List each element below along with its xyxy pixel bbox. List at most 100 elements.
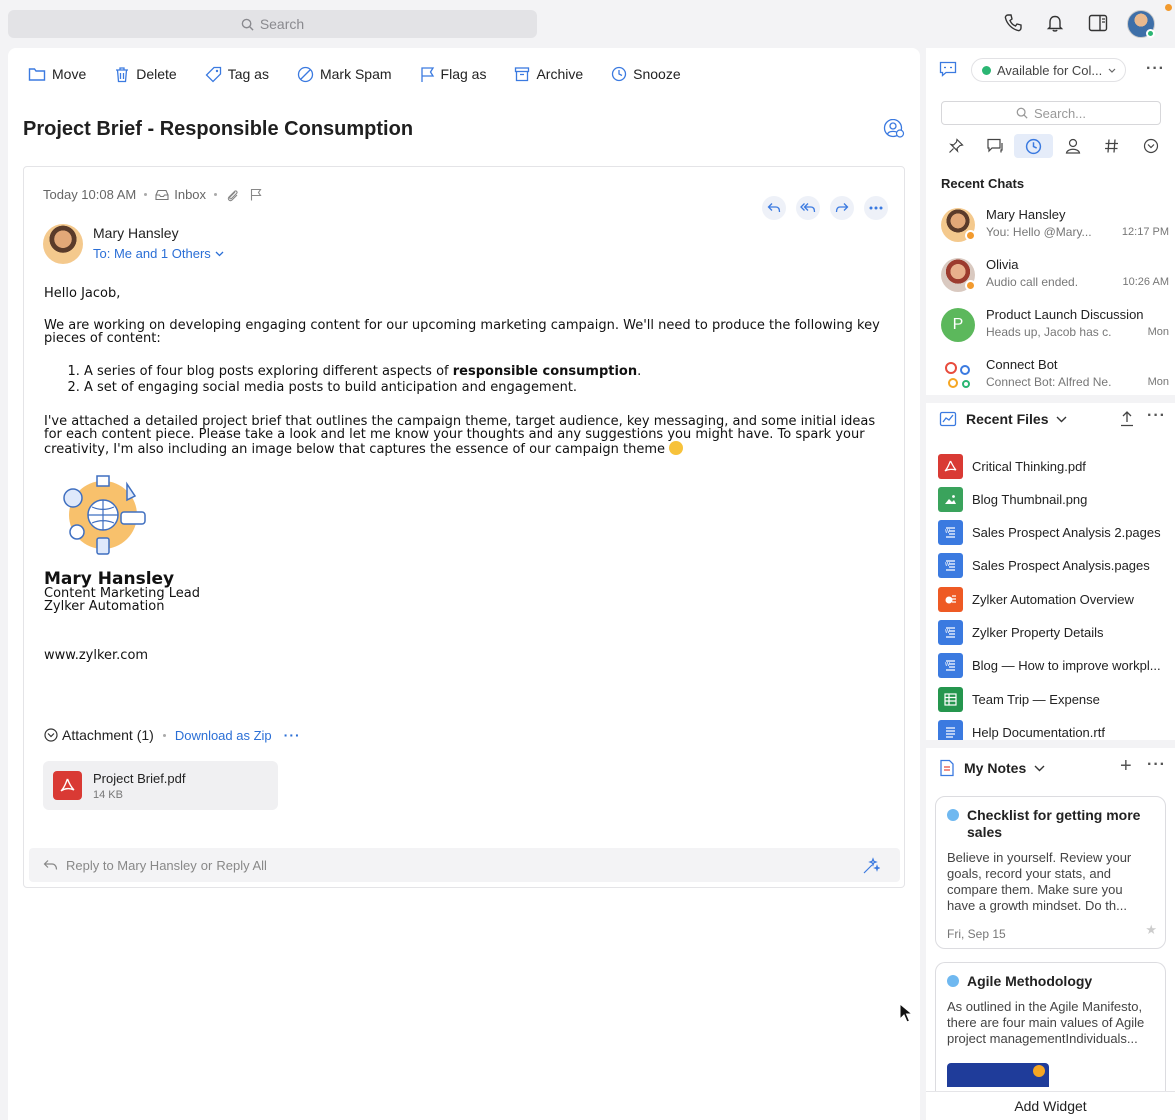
tag-icon xyxy=(205,66,221,82)
writer-file-icon: W xyxy=(938,653,963,679)
panel-toggle-icon[interactable] xyxy=(1088,14,1108,35)
my-notes-title[interactable]: My Notes xyxy=(964,760,1026,776)
signature-company: Zylker Automation xyxy=(44,599,165,614)
folder-label: Inbox xyxy=(174,187,207,202)
archive-button[interactable]: Archive xyxy=(514,66,583,82)
tag-as-button[interactable]: Tag as xyxy=(205,66,269,83)
file-list-item[interactable]: W Sales Prospect Analysis.pages xyxy=(938,553,1174,579)
reply-all-link[interactable]: Reply All xyxy=(216,858,267,873)
phone-icon[interactable] xyxy=(1003,13,1023,36)
flag-icon[interactable] xyxy=(250,188,262,201)
separator-dot xyxy=(162,733,166,737)
file-list-item[interactable]: W Blog — How to improve workpl... xyxy=(938,653,1174,679)
bold-text: responsible consumption xyxy=(452,364,638,379)
responsible-consumption-illustration xyxy=(63,475,146,555)
star-icon[interactable]: ★ xyxy=(1145,922,1157,938)
file-name: Blog — How to improve workpl... xyxy=(972,658,1161,674)
file-name: Sales Prospect Analysis 2.pages xyxy=(972,525,1161,541)
sender-name[interactable]: Mary Hansley xyxy=(93,225,179,241)
collapse-toggle-icon[interactable] xyxy=(44,728,58,742)
file-list-item[interactable]: Blog Thumbnail.png xyxy=(938,486,1174,512)
quick-reply-bar[interactable]: Reply to Mary Hansley or Reply All xyxy=(29,848,900,882)
mark-spam-button[interactable]: Mark Spam xyxy=(297,66,392,83)
email-meta: Today 10:08 AM Inbox xyxy=(43,187,262,202)
paragraph-1: We are working on developing engaging co… xyxy=(44,318,880,346)
signature-website[interactable]: www.zylker.com xyxy=(44,648,148,663)
paperclip-icon[interactable] xyxy=(225,188,239,202)
file-name: Team Trip — Expense xyxy=(972,691,1100,707)
email-toolbar: Move Delete Tag as Mark Spam Flag as Arc… xyxy=(28,64,709,84)
image-file-icon xyxy=(938,486,963,512)
flag-as-button[interactable]: Flag as xyxy=(420,66,487,83)
reply-button[interactable] xyxy=(762,196,786,220)
note-card[interactable]: Checklist for getting more sales Believe… xyxy=(935,796,1166,949)
recent-files-list: Critical Thinking.pdf Blog Thumbnail.png W… xyxy=(926,48,1175,740)
notes-icon xyxy=(940,759,954,777)
section-divider xyxy=(926,740,1175,748)
email-body: Hello Jacob, We are working on developin… xyxy=(44,287,894,475)
more-actions-button[interactable] xyxy=(864,196,888,220)
chevron-down-icon xyxy=(215,251,224,256)
doc-file-icon xyxy=(938,719,963,740)
attachments-header: Attachment (1) Download as Zip ··· xyxy=(44,727,301,743)
note-image-thumbnail xyxy=(947,1063,1049,1087)
forward-button[interactable] xyxy=(830,196,854,220)
add-widget-button[interactable]: Add Widget xyxy=(926,1091,1175,1120)
chevron-down-icon[interactable] xyxy=(1034,765,1045,772)
flag-as-label: Flag as xyxy=(440,66,487,82)
badge-icon xyxy=(1033,1065,1045,1077)
spam-icon xyxy=(297,66,314,82)
file-list-item[interactable]: W Zylker Property Details xyxy=(938,620,1174,645)
assign-user-icon[interactable] xyxy=(883,118,905,142)
reply-icon xyxy=(43,860,58,870)
separator-dot xyxy=(214,193,218,196)
mouse-cursor-icon xyxy=(899,1003,913,1023)
recipients-toggle[interactable]: To: Me and 1 Others xyxy=(93,246,224,261)
notification-dot xyxy=(1165,4,1172,11)
clock-icon xyxy=(611,66,627,82)
archive-icon xyxy=(515,67,530,82)
snooze-button[interactable]: Snooze xyxy=(611,66,681,82)
paragraph-2-text: I've attached a detailed project brief t… xyxy=(44,414,876,457)
global-search-input[interactable]: Search xyxy=(8,10,537,38)
move-button[interactable]: Move xyxy=(28,66,86,82)
file-list-item[interactable]: Help Documentation.rtf xyxy=(938,719,1174,740)
content-list: A series of four blog posts exploring di… xyxy=(64,364,894,396)
download-zip-link[interactable]: Download as Zip xyxy=(175,728,272,743)
paragraph-2: I've attached a detailed project brief t… xyxy=(44,415,894,456)
bell-icon[interactable] xyxy=(1045,13,1065,36)
attachment-size: 14 KB xyxy=(93,788,123,801)
reply-to-link[interactable]: Reply to Mary Hansley xyxy=(66,858,197,873)
flag-icon xyxy=(420,66,434,82)
archive-label: Archive xyxy=(536,66,584,82)
note-date: Fri, Sep 15 xyxy=(947,927,1006,941)
more-icon xyxy=(869,206,883,210)
signature-role-block: Content Marketing Lead Zylker Automation xyxy=(44,587,200,613)
file-list-item[interactable]: Critical Thinking.pdf xyxy=(938,453,1174,479)
search-placeholder: Search xyxy=(259,16,305,32)
add-note-icon[interactable]: + xyxy=(1120,755,1132,778)
list-text: A series of four blog posts exploring di… xyxy=(84,364,453,379)
reply-all-button[interactable] xyxy=(796,196,820,220)
note-title-row: Checklist for getting more sales xyxy=(947,807,1154,841)
right-sidebar: Available for Col... ··· Search... Recen… xyxy=(926,48,1175,1120)
sender-avatar[interactable] xyxy=(43,224,83,264)
forward-icon xyxy=(835,203,849,213)
folder-link[interactable]: Inbox xyxy=(155,187,206,202)
attachments-title: Attachment (1) xyxy=(62,727,154,743)
ai-sparkle-icon[interactable] xyxy=(862,857,880,875)
file-list-item[interactable]: W Sales Prospect Analysis 2.pages xyxy=(938,520,1174,546)
note-card[interactable]: Agile Methodology As outlined in the Agi… xyxy=(935,962,1166,1092)
inbox-icon xyxy=(155,189,169,200)
file-list-item[interactable]: Team Trip — Expense xyxy=(938,686,1174,712)
notes-more-icon[interactable]: ··· xyxy=(1147,756,1166,774)
delete-button[interactable]: Delete xyxy=(114,66,177,83)
folder-icon xyxy=(28,68,46,81)
file-list-item[interactable]: Zylker Automation Overview xyxy=(938,586,1174,612)
attachment-card[interactable]: Project Brief.pdf 14 KB xyxy=(43,761,278,810)
online-status-dot xyxy=(1146,29,1155,38)
move-label: Move xyxy=(52,66,87,82)
tag-as-label: Tag as xyxy=(227,66,269,82)
list-item: A set of engaging social media posts to … xyxy=(84,380,894,396)
attachment-more-icon[interactable]: ··· xyxy=(284,727,301,743)
